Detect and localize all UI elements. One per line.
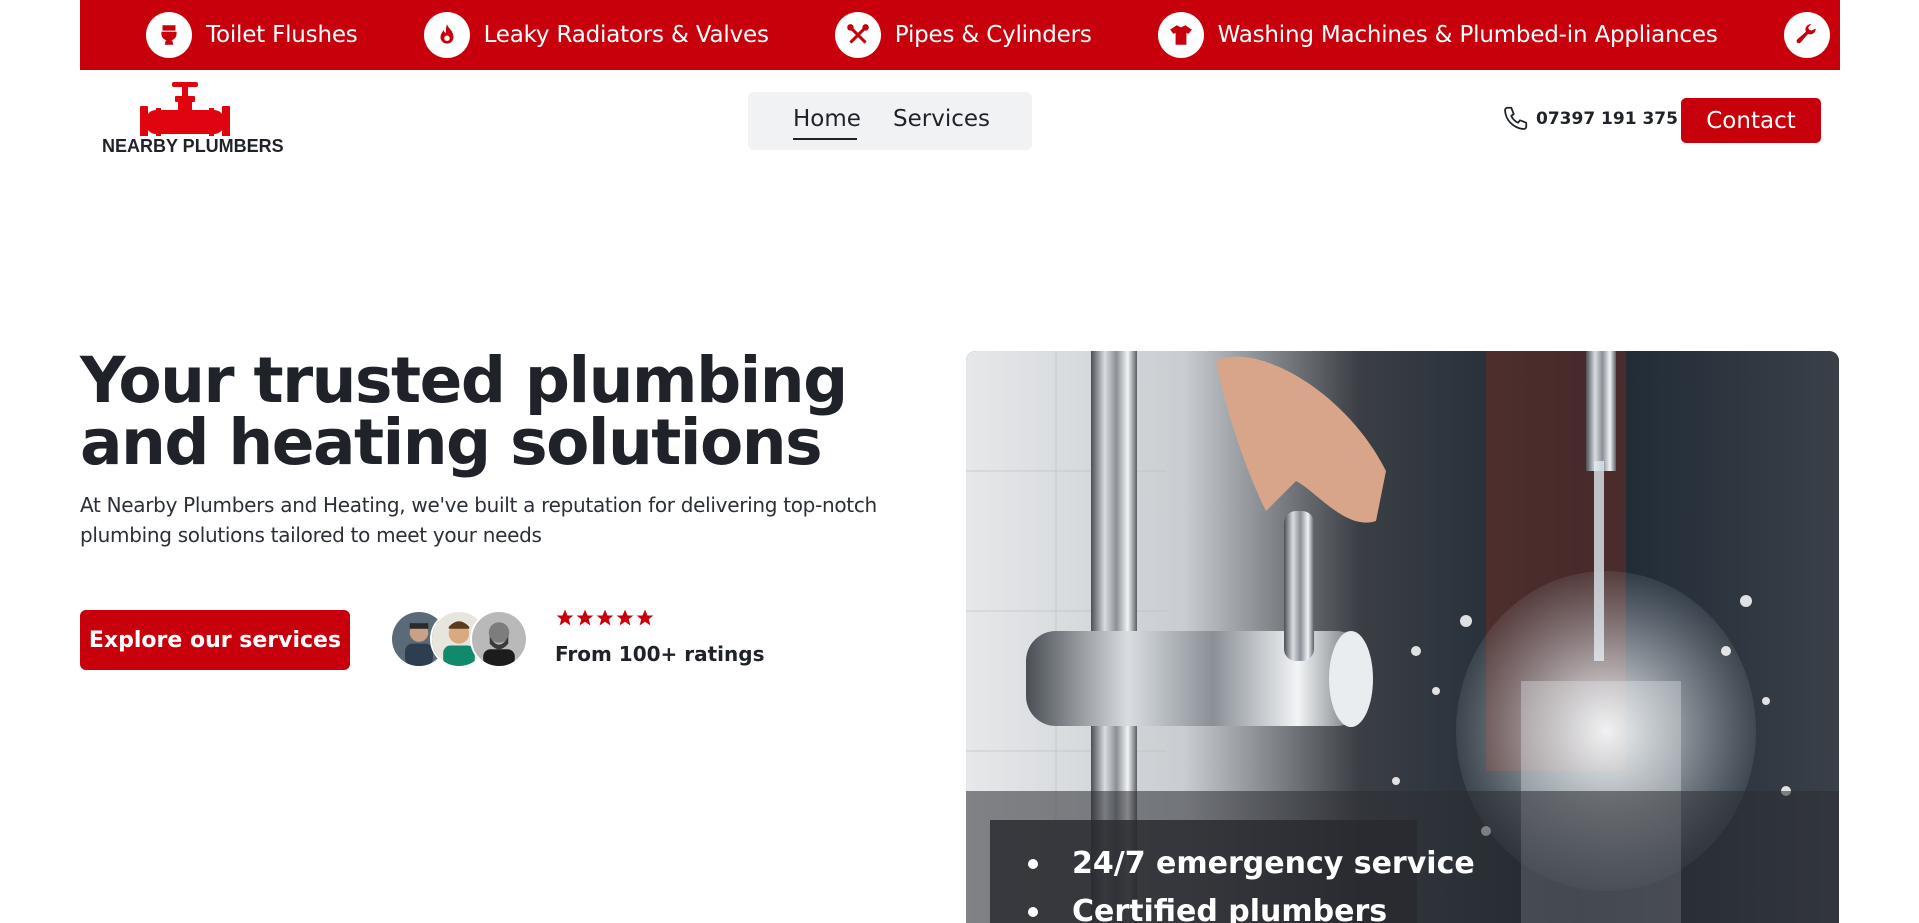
shirt-icon [1157, 12, 1204, 58]
contact-button[interactable]: Contact [1681, 98, 1821, 143]
feature-text: 24/7 emergency service [1072, 846, 1475, 881]
main-nav: Home Services [748, 92, 1032, 150]
pipe-logo-icon [140, 82, 230, 136]
nav-services-link[interactable]: Services [893, 106, 990, 132]
ticker-label: Leaky Radiators & Valves [483, 22, 769, 48]
rating-text: From 100+ ratings [555, 642, 765, 666]
ticker-item-leaky-radiators[interactable]: Leaky Radiators & Valves [423, 12, 769, 58]
ticker-label: Pipes & Cylinders [894, 22, 1092, 48]
tools-icon [834, 12, 881, 58]
phone-icon [1504, 106, 1528, 130]
ticker-item-partial[interactable]: E [1783, 12, 1840, 58]
feature-item: Certified plumbers [1010, 888, 1475, 923]
ticker-label: Washing Machines & Plumbed-in Appliances [1217, 22, 1718, 48]
star-icon [636, 609, 654, 626]
feature-text: Certified plumbers [1072, 894, 1388, 923]
ticker-track: Toilet Flushes Leaky Radiators & Valves … [80, 0, 1840, 70]
bullet-icon [1028, 859, 1038, 869]
toilet-icon [146, 12, 192, 58]
customer-avatars [390, 610, 530, 670]
nav-home-link[interactable]: Home [793, 106, 861, 132]
features-list: 24/7 emergency service Certified plumber… [1010, 840, 1475, 923]
star-icon [556, 609, 574, 626]
ticker-item-pipes-cylinders[interactable]: Pipes & Cylinders [834, 12, 1092, 58]
flame-icon [423, 12, 470, 58]
bullet-icon [1028, 907, 1038, 917]
logo-text: NEARBY PLUMBERS [102, 136, 284, 156]
active-nav-underline [793, 138, 857, 140]
star-icon [616, 609, 634, 626]
rating-stars [555, 608, 655, 628]
explore-services-button[interactable]: Explore our services [80, 610, 350, 670]
features-overlay: 24/7 emergency service Certified plumber… [990, 820, 1475, 923]
services-ticker: Toilet Flushes Leaky Radiators & Valves … [80, 0, 1840, 70]
logo[interactable]: NEARBY PLUMBERS [100, 80, 286, 160]
ticker-item-toilet-flushes[interactable]: Toilet Flushes [146, 12, 358, 58]
avatar [470, 610, 528, 668]
wrench-icon [1783, 12, 1830, 58]
phone-number: 07397 191 375 [1536, 109, 1678, 129]
hero-title: Your trusted plumbing and heating soluti… [80, 344, 848, 479]
ticker-label: Toilet Flushes [206, 22, 358, 48]
ticker-item-washing-machines[interactable]: Washing Machines & Plumbed-in Appliances [1157, 12, 1718, 58]
star-icon [596, 609, 614, 626]
feature-item: 24/7 emergency service [1010, 840, 1475, 888]
phone-link[interactable]: 07397 191 375 [1500, 104, 1678, 134]
hero-subtitle: At Nearby Plumbers and Heating, we've bu… [80, 493, 877, 547]
star-icon [576, 609, 594, 626]
